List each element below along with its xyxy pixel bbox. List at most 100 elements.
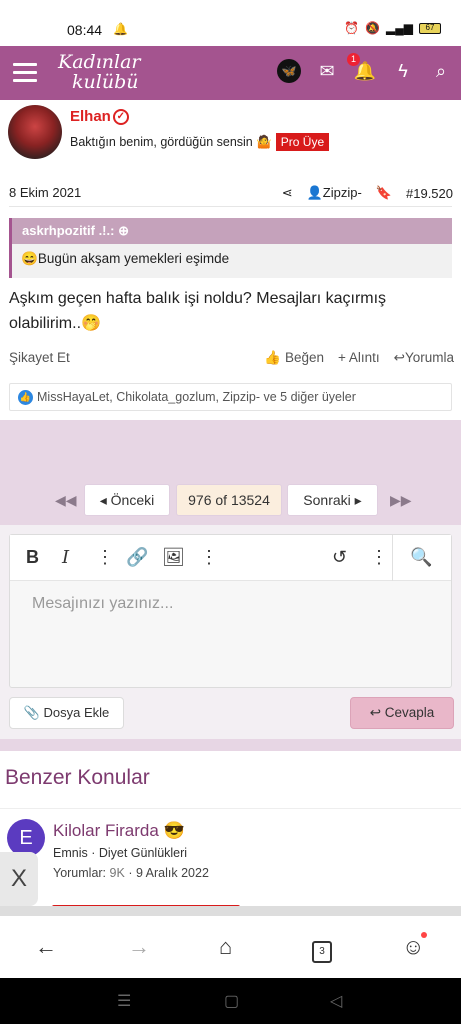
attach-label: Dosya Ekle (43, 705, 110, 720)
quote-label: Alıntı (348, 350, 380, 365)
message-emoji: 🤭 (81, 315, 101, 332)
thread-emoji: 😎 (163, 821, 185, 840)
italic-icon[interactable]: I (62, 547, 69, 568)
thread-stats: Yorumlar: 9K · 9 Aralık 2022 (53, 866, 209, 880)
back-icon[interactable]: ← (35, 934, 57, 960)
arrow-up-icon[interactable]: ⊕ (118, 223, 129, 238)
home-square-icon[interactable]: ▢ (224, 991, 239, 1011)
likes-bar[interactable]: 👍 MissHayaLet, Chikolata_gozlum, Zipzip- … (9, 383, 452, 411)
site-logo[interactable]: Kadınlar kulübü (58, 52, 141, 92)
likes-text[interactable]: MissHayaLet, Chikolata_gozlum, Zipzip- v… (37, 390, 356, 404)
system-nav-bar: ☰ ▢ ◁ (0, 978, 461, 1024)
comment-button[interactable]: ↩Yorumla (394, 350, 454, 366)
person-icon: 👤 (306, 185, 323, 200)
menu-icon[interactable] (13, 63, 37, 83)
quote-author[interactable]: askrhpozitif .!.: (22, 223, 114, 238)
tabs-icon[interactable]: 3 (312, 934, 332, 963)
message-text: Aşkım geçen hafta balık işi noldu? Mesaj… (9, 290, 387, 332)
pro-badge: Pro Üye (275, 133, 330, 151)
replies-label: Yorumlar: (53, 866, 107, 880)
author-link-text[interactable]: Zipzip- (323, 185, 362, 200)
message-editor[interactable]: B I ⋮ 🔗 🖼 ⋮ ↺ ⋮ 🔍 Mesajınızı yazınız... (9, 534, 452, 688)
image-icon[interactable]: 🖼 (162, 547, 185, 568)
header-actions: 🦋 ✉ 🔔 1 ϟ ⌕ (277, 53, 453, 83)
status-bar: 08:44 🔔 ⏰ 🔕 ▂▄▆ 67 (0, 0, 461, 46)
recent-apps-icon[interactable]: ☰ (117, 991, 131, 1011)
report-link[interactable]: Şikayet Et (9, 350, 70, 365)
mail-icon[interactable]: ✉ (315, 59, 339, 83)
bold-icon[interactable]: B (26, 547, 39, 568)
like-button[interactable]: 👍 Beğen (264, 350, 324, 366)
similar-threads-title: Benzer Konular (5, 766, 150, 789)
post-number[interactable]: #19.520 (406, 186, 453, 201)
back-triangle-icon[interactable]: ◁ (330, 991, 342, 1011)
grey-strip (0, 906, 461, 916)
post-actions: Şikayet Et 👍 Beğen + Alıntı ↩Yorumla (9, 350, 454, 370)
lightning-icon[interactable]: ϟ (391, 59, 415, 83)
attach-button[interactable]: 📎 Dosya Ekle (9, 697, 124, 729)
more-icon-3[interactable]: ⋮ (370, 547, 388, 568)
profile-icon[interactable]: ☺ (402, 932, 428, 960)
status-icons: ⏰ 🔕 ▂▄▆ 67 (344, 21, 441, 35)
author-signature: Baktığın benim, gördüğün sensin 🤷 Pro Üye (70, 133, 330, 151)
message-placeholder[interactable]: Mesajınızı yazınız... (32, 595, 173, 613)
pagination: ◀◀ ◂ Önceki 976 of 13524 Sonraki ▸ ▶▶ (0, 484, 461, 518)
more-icon-2[interactable]: ⋮ (200, 547, 218, 568)
alarm-icon: ⏰ (344, 21, 360, 35)
post-author: Elhan ✓ Baktığın benim, gördüğün sensin 🤷… (0, 100, 461, 174)
next-label: Sonraki (303, 492, 351, 508)
link-icon[interactable]: 🔗 (126, 547, 148, 568)
home-icon[interactable]: ⌂ (219, 934, 232, 960)
site-header: Kadınlar kulübü 🦋 ✉ 🔔 1 ϟ ⌕ (0, 46, 461, 100)
search-icon[interactable]: ⌕ (429, 59, 453, 83)
author-avatar[interactable] (8, 105, 62, 159)
close-tab[interactable]: X (0, 852, 38, 906)
reply-arrow-icon: ↩ (393, 350, 405, 365)
like-thumb-icon: 👍 (18, 390, 33, 406)
prev-button[interactable]: ◂ Önceki (84, 484, 170, 516)
bookmark-icon[interactable]: 🔖 (376, 185, 392, 201)
signature-text: Baktığın benim, gördüğün sensin 🤷 (70, 135, 272, 149)
laugh-emoji: 😄 (21, 251, 38, 266)
next-button[interactable]: Sonraki ▸ (287, 484, 378, 516)
section-band (0, 739, 461, 751)
undo-icon[interactable]: ↺ (332, 547, 347, 568)
more-icon[interactable]: ⋮ (96, 547, 114, 568)
notification-badge: 1 (347, 53, 361, 66)
status-time: 08:44 (67, 22, 103, 38)
author-link[interactable]: 👤Zipzip- (307, 185, 362, 201)
comment-label: Yorumla (404, 350, 454, 365)
forward-icon[interactable]: → (128, 934, 150, 960)
author-name-text[interactable]: Elhan (70, 108, 111, 125)
preview-icon[interactable]: 🔍 (410, 547, 432, 568)
quote-button[interactable]: + Alıntı (338, 350, 380, 366)
thumb-icon: 👍 (264, 350, 282, 365)
like-label: Beğen (284, 350, 324, 365)
thread-meta[interactable]: Emnis · Diyet Günlükleri (53, 846, 187, 860)
post-date[interactable]: 8 Ekim 2021 (9, 185, 81, 200)
reply-button[interactable]: ↩ Cevapla (350, 697, 454, 729)
author-name[interactable]: Elhan ✓ (70, 108, 129, 126)
reply-label: Cevapla (384, 705, 435, 720)
quote-header[interactable]: askrhpozitif .!.: ⊕ (12, 218, 452, 244)
tab-count: 3 (312, 941, 332, 963)
thread-title[interactable]: Kilolar Firarda 😎 (53, 821, 185, 841)
divider (9, 206, 452, 207)
prev-label: Önceki (110, 492, 155, 508)
thread-title-text[interactable]: Kilolar Firarda (53, 821, 159, 840)
first-page-icon[interactable]: ◀◀ (55, 492, 77, 509)
signal-icon: ▂▄▆ (386, 21, 413, 35)
share-icon[interactable]: ⋖ (282, 185, 293, 201)
quote-block: askrhpozitif .!.: ⊕ 😄Bugün akşam yemekle… (9, 218, 452, 278)
post-meta: 8 Ekim 2021 ⋖ 👤Zipzip- 🔖 #19.520 (0, 178, 461, 206)
notification-bell-icon[interactable]: 🔔 1 (347, 53, 377, 83)
last-page-icon[interactable]: ▶▶ (390, 492, 412, 509)
verified-icon: ✓ (112, 109, 129, 126)
toolbar-separator (392, 535, 393, 581)
similar-thread-item[interactable]: E Kilolar Firarda 😎 Emnis · Diyet Günlük… (0, 808, 461, 909)
battery-icon: 67 (419, 22, 441, 34)
user-avatar[interactable]: 🦋 (277, 59, 301, 83)
current-page[interactable]: 976 of 13524 (176, 484, 282, 516)
reply-icon: ↩ (369, 705, 381, 720)
logo-line-2: kulübü (72, 71, 139, 93)
